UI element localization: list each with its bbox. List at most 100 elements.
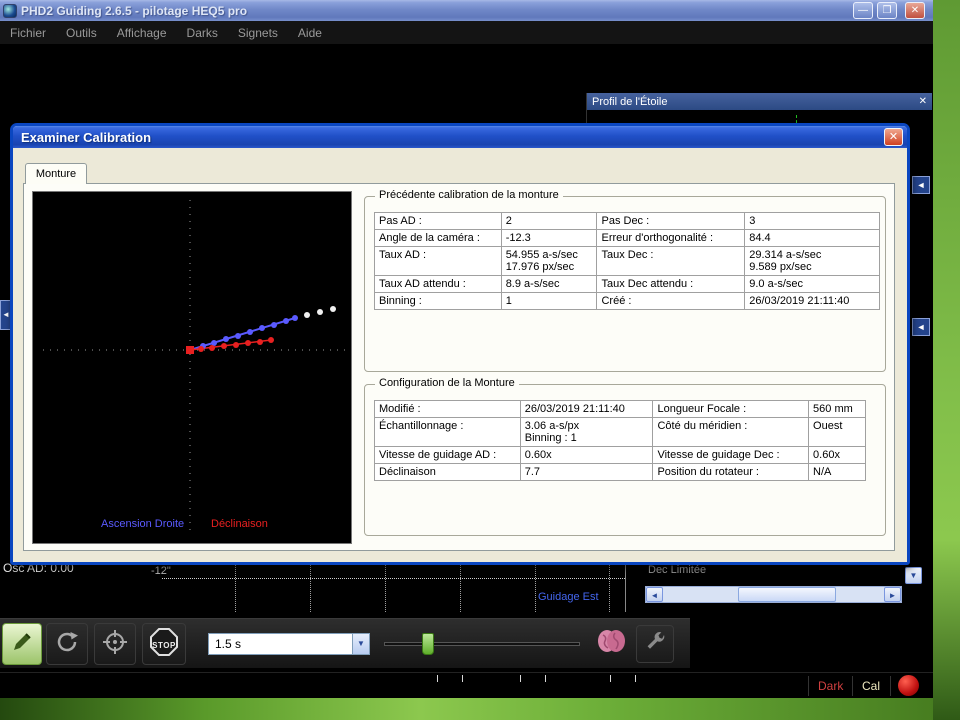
history-graph	[162, 558, 626, 612]
scrollbar-thumb[interactable]	[738, 587, 836, 602]
menu-item-affichage[interactable]: Affichage	[117, 26, 167, 40]
table-label-cell: Longueur Focale :	[652, 400, 810, 418]
status-separator	[808, 676, 809, 696]
status-separator	[890, 676, 891, 696]
table-value-cell: 1	[500, 292, 598, 310]
table-row: Taux AD :54.955 a-s/sec 17.976 px/sec Tau…	[374, 246, 880, 276]
table-label-cell: Taux Dec attendu :	[596, 275, 746, 293]
table-value-cell: 3	[744, 212, 880, 230]
table-value-cell: N/A	[808, 463, 866, 481]
table-label-cell: Modifié :	[374, 400, 521, 418]
table-row: Vitesse de guidage AD :0.60x Vitesse de g…	[374, 446, 866, 464]
exposure-value: 1.5 s	[215, 637, 242, 651]
advanced-settings-button[interactable]	[592, 625, 630, 663]
dialog-title: Examiner Calibration	[21, 129, 152, 145]
table-value-cell: Ouest	[808, 417, 866, 447]
minimize-button[interactable]: —	[853, 2, 873, 19]
dock-collapse-icon[interactable]: ◄	[912, 176, 930, 194]
table-value-cell: 29.314 a-s/sec 9.589 px/sec	[744, 246, 880, 276]
status-tick	[545, 675, 546, 682]
app-icon	[3, 3, 17, 18]
stop-button[interactable]: STOP	[142, 623, 186, 665]
table-label-cell: Vitesse de guidage AD :	[374, 446, 521, 464]
tab-monture[interactable]: Monture	[25, 163, 87, 184]
toolbar: STOP 1.5 s ▼	[0, 618, 933, 672]
status-tick	[610, 675, 611, 682]
grid-line	[460, 558, 461, 612]
table-row: Binning :1 Créé :26/03/2019 21:11:40	[374, 292, 880, 310]
tab-page: Ascension Droite Déclinaison Précédente …	[23, 183, 895, 551]
camera-settings-button[interactable]	[636, 625, 674, 663]
table-label-cell: Taux Dec :	[596, 246, 746, 276]
close-button[interactable]: ✕	[905, 2, 925, 19]
table-value-cell: 26/03/2019 21:11:40	[519, 400, 654, 418]
table-value-cell: 8.9 a-s/sec	[500, 275, 598, 293]
group-mount-config: Configuration de la Monture Modifié :26/…	[364, 377, 886, 536]
table-value-cell: 3.06 a-s/px Binning : 1	[519, 417, 654, 447]
brain-icon	[595, 627, 627, 662]
close-icon[interactable]: ✕	[884, 128, 903, 146]
table-value-cell: 84.4	[744, 229, 880, 247]
grid-line	[609, 558, 610, 612]
exposure-select[interactable]: 1.5 s ▼	[208, 633, 370, 655]
stretch-slider[interactable]	[384, 633, 580, 655]
table-value-cell: 560 mm	[808, 400, 866, 418]
group-title: Précédente calibration de la monture	[375, 189, 563, 201]
status-tick	[635, 675, 636, 682]
menu-item-aide[interactable]: Aide	[298, 26, 322, 40]
scroll-down-icon[interactable]: ▼	[905, 567, 922, 584]
table-label-cell: Côté du méridien :	[652, 417, 810, 447]
mount-config-table: Modifié :26/03/2019 21:11:40 Longueur Foc…	[374, 400, 866, 481]
table-value-cell: 2	[500, 212, 598, 230]
maximize-button[interactable]: ❒	[877, 2, 897, 19]
table-value-cell: 54.955 a-s/sec 17.976 px/sec	[500, 246, 598, 276]
table-label-cell: Créé :	[596, 292, 746, 310]
horizontal-scrollbar[interactable]: ◄ ►	[645, 586, 902, 603]
graph-scale-label: -12"	[151, 565, 171, 577]
camera-select-button[interactable]	[2, 623, 42, 665]
table-row: Échantillonnage :3.06 a-s/px Binning : 1…	[374, 417, 866, 447]
status-separator	[852, 676, 853, 696]
table-label-cell: Erreur d'orthogonalité :	[596, 229, 746, 247]
group-previous-calibration: Précédente calibration de la monture Pas…	[364, 189, 886, 372]
menubar: Fichier Outils Affichage Darks Signets Aide	[0, 21, 933, 45]
slider-handle[interactable]	[422, 633, 434, 655]
table-value-cell: 7.7	[519, 463, 654, 481]
table-value-cell: -12.3	[500, 229, 598, 247]
menu-item-outils[interactable]: Outils	[66, 26, 97, 40]
scroll-right-icon[interactable]: ►	[884, 587, 901, 602]
table-label-cell: Angle de la caméra :	[374, 229, 502, 247]
cal-status-label: Cal	[862, 679, 881, 693]
status-tick	[437, 675, 438, 682]
loop-exposure-button[interactable]	[46, 623, 88, 665]
stop-label: STOP	[152, 641, 176, 650]
menu-item-darks[interactable]: Darks	[187, 26, 218, 40]
dock-collapse-icon[interactable]: ◄	[912, 318, 930, 336]
previous-calibration-table: Pas AD :2 Pas Dec :3 Angle de la caméra :-…	[374, 212, 880, 310]
table-label-cell: Échantillonnage :	[374, 417, 521, 447]
grid-line	[310, 558, 311, 612]
status-tick	[462, 675, 463, 682]
scroll-left-icon[interactable]: ◄	[646, 587, 663, 602]
dialog-titlebar[interactable]: Examiner Calibration ✕	[13, 126, 907, 148]
guide-button[interactable]	[94, 623, 136, 665]
menu-item-signets[interactable]: Signets	[238, 26, 278, 40]
menu-item-fichier[interactable]: Fichier	[10, 26, 46, 40]
table-row: Pas AD :2 Pas Dec :3	[374, 212, 880, 230]
dark-status-label: Dark	[818, 679, 844, 693]
star-profile-title: Profil de l'Étoile	[592, 95, 668, 108]
table-row: Déclinaison 7.7 Position du rotateur : N/A	[374, 463, 866, 481]
loop-icon	[54, 629, 80, 660]
table-label-cell: Vitesse de guidage Dec :	[652, 446, 810, 464]
group-title: Configuration de la Monture	[375, 377, 519, 389]
close-icon[interactable]: ✕	[919, 96, 927, 107]
statusbar: Dark Cal	[0, 672, 933, 698]
grid-line	[535, 558, 536, 612]
table-label-cell: Binning :	[374, 292, 502, 310]
dialog-body: Monture Ascension Droite Déclinaison Pré…	[13, 148, 907, 562]
calibration-plot: Ascension Droite Déclinaison	[32, 191, 352, 544]
chevron-down-icon[interactable]: ▼	[352, 634, 369, 654]
target-icon	[102, 629, 128, 660]
calibration-plot-svg	[43, 200, 345, 536]
table-value-cell: 0.60x	[519, 446, 654, 464]
